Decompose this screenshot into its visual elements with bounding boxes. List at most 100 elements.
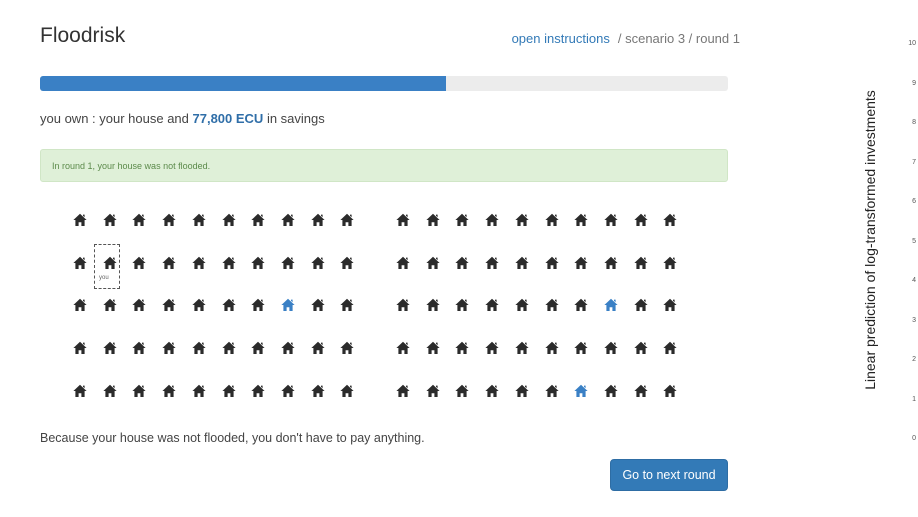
house-icon bbox=[73, 213, 87, 227]
ownership-status: you own : your house and 77,800 ECU in s… bbox=[40, 111, 325, 126]
house-icon bbox=[515, 384, 529, 398]
house-icon bbox=[221, 341, 236, 355]
house-icon bbox=[485, 256, 499, 270]
house-icon bbox=[132, 298, 146, 312]
house-icon bbox=[396, 384, 410, 398]
result-message: Because your house was not flooded, you … bbox=[40, 431, 425, 445]
house-icon bbox=[192, 213, 206, 227]
house-icon bbox=[604, 384, 618, 398]
house-icon bbox=[192, 256, 206, 270]
house-icon bbox=[251, 256, 265, 270]
ownership-prefix: you own : your house and bbox=[40, 111, 193, 126]
flooded-house-icon bbox=[604, 298, 618, 312]
house-icon bbox=[132, 341, 146, 355]
house-icon bbox=[73, 341, 87, 355]
house-icon bbox=[544, 341, 559, 355]
house-icon bbox=[310, 213, 325, 227]
house-icon bbox=[396, 341, 410, 355]
house-icon bbox=[192, 341, 206, 355]
open-instructions-link[interactable]: open instructions bbox=[512, 31, 610, 46]
house-icon bbox=[455, 256, 469, 270]
page-title: Floodrisk bbox=[40, 24, 126, 47]
house-icon bbox=[515, 298, 529, 312]
house-icon bbox=[455, 341, 469, 355]
house-icon bbox=[340, 384, 354, 398]
house-icon bbox=[221, 298, 236, 312]
house-icon bbox=[633, 213, 648, 227]
house-icon bbox=[485, 298, 499, 312]
house-icon bbox=[515, 341, 529, 355]
house-icon bbox=[251, 298, 265, 312]
house-icon bbox=[162, 384, 176, 398]
house-icon bbox=[132, 213, 146, 227]
house-icon bbox=[281, 213, 295, 227]
own-house-marker: you bbox=[94, 244, 120, 289]
house-icon bbox=[340, 298, 354, 312]
round-result-text: In round 1, your house was not flooded. bbox=[52, 161, 211, 171]
house-icon bbox=[574, 298, 588, 312]
own-house-label: you bbox=[99, 275, 109, 281]
savings-amount: 77,800 ECU bbox=[192, 111, 264, 126]
house-icon bbox=[192, 298, 206, 312]
house-icon bbox=[426, 213, 440, 227]
house-icon bbox=[426, 384, 440, 398]
house-icon bbox=[633, 341, 648, 355]
house-icon bbox=[604, 213, 618, 227]
house-icon bbox=[162, 256, 176, 270]
house-icon bbox=[281, 256, 295, 270]
house-icon bbox=[515, 256, 529, 270]
house-icon bbox=[132, 384, 146, 398]
house-icon bbox=[663, 213, 677, 227]
house-icon bbox=[604, 341, 618, 355]
side-axis-tick: 8 bbox=[912, 119, 916, 126]
house-icon bbox=[544, 213, 559, 227]
scenario-round-label: / scenario 3 / round 1 bbox=[617, 31, 740, 46]
house-icon bbox=[455, 213, 469, 227]
house-icon bbox=[396, 256, 410, 270]
house-icon bbox=[340, 213, 354, 227]
house-icon bbox=[221, 384, 236, 398]
house-icon bbox=[162, 341, 176, 355]
house-icon bbox=[162, 298, 176, 312]
house-icon bbox=[103, 384, 117, 398]
house-icon bbox=[281, 341, 295, 355]
house-icon bbox=[455, 384, 469, 398]
side-panel-axis: 10 9 8 7 6 5 4 3 2 1 0 bbox=[906, 0, 918, 517]
house-icon bbox=[426, 298, 440, 312]
house-icon bbox=[221, 213, 236, 227]
house-icon bbox=[485, 213, 499, 227]
house-icon bbox=[132, 256, 146, 270]
house-icon bbox=[515, 213, 529, 227]
side-axis-tick: 4 bbox=[912, 277, 916, 284]
house-icon bbox=[310, 298, 325, 312]
house-icon bbox=[103, 341, 117, 355]
round-result-alert: In round 1, your house was not flooded. bbox=[40, 149, 728, 182]
side-axis-tick: 1 bbox=[912, 395, 916, 403]
progress-fill bbox=[40, 76, 446, 91]
house-icon bbox=[251, 341, 265, 355]
side-axis-tick: 7 bbox=[912, 158, 916, 166]
next-round-button[interactable]: Go to next round bbox=[610, 459, 728, 491]
side-panel-ylabel: Linear prediction of log-transformed inv… bbox=[862, 90, 878, 390]
side-axis-tick: 5 bbox=[912, 237, 916, 245]
house-icon bbox=[103, 298, 117, 312]
side-axis-tick: 3 bbox=[912, 316, 916, 324]
house-icon bbox=[485, 384, 499, 398]
house-icon bbox=[604, 256, 618, 270]
header-nav: open instructions / scenario 3 / round 1 bbox=[512, 31, 740, 46]
house-icon bbox=[221, 256, 236, 270]
side-axis-tick: 10 bbox=[908, 40, 916, 47]
house-icon bbox=[663, 298, 677, 312]
house-icon bbox=[310, 256, 325, 270]
house-icon bbox=[663, 341, 677, 355]
house-icon bbox=[251, 213, 265, 227]
house-icon bbox=[251, 384, 265, 398]
house-icon bbox=[310, 384, 325, 398]
house-icon bbox=[574, 213, 588, 227]
house-icon bbox=[426, 341, 440, 355]
house-icon bbox=[396, 213, 410, 227]
house-icon bbox=[426, 256, 440, 270]
house-icon bbox=[73, 298, 87, 312]
flooded-house-icon bbox=[574, 384, 588, 398]
house-icon bbox=[633, 384, 648, 398]
